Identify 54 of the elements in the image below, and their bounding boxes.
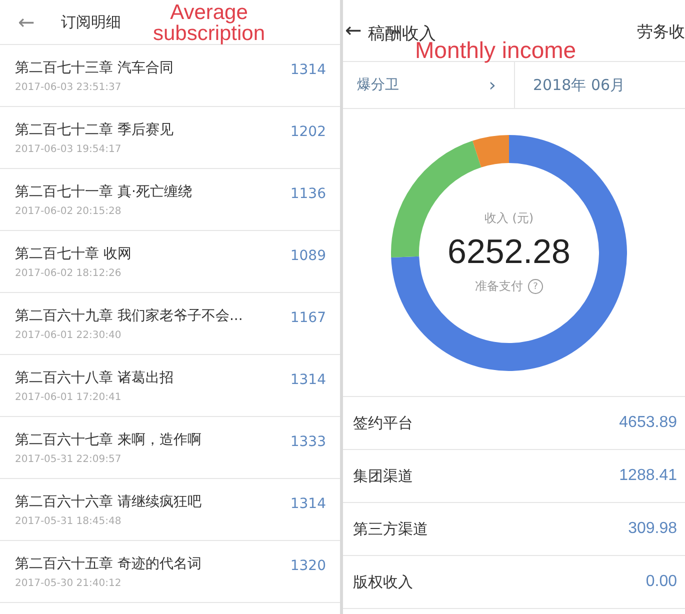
subscription-count: 1320 <box>290 558 326 574</box>
chapter-title: 第二百七十一章 真·死亡缠绕 <box>15 182 192 200</box>
timestamp: 2017-05-31 22:09:57 <box>15 454 122 464</box>
chapter-title: 第二百六十七章 来啊，造作啊 <box>15 430 202 448</box>
chapter-title: 第二百六十五章 奇迹的代名词 <box>15 554 202 572</box>
chapter-row[interactable]: 第二百六十七章 来啊，造作啊 2017-05-31 22:09:57 1333 <box>0 417 340 479</box>
chapter-row[interactable]: 第二百七十二章 季后赛见 2017-06-03 19:54:17 1202 <box>0 107 340 169</box>
chapter-row[interactable]: 第二百六十八章 诸葛出招 2017-06-01 17:20:41 1314 <box>0 355 340 417</box>
chapter-row[interactable]: 第二百七十章 收网 2017-06-02 18:12:26 1089 <box>0 231 340 293</box>
subscription-count: 1136 <box>290 186 326 202</box>
timestamp: 2017-06-03 23:51:37 <box>15 82 122 92</box>
chapter-title: 第二百六十八章 诸葛出招 <box>15 368 174 386</box>
income-source: 版权收入 <box>353 572 413 592</box>
income-total: 6252.28 <box>448 233 570 272</box>
subscription-count: 1167 <box>290 310 326 326</box>
chapter-row[interactable]: 第二百六十六章 请继续疯狂吧 2017-05-31 18:45:48 1314 <box>0 479 340 541</box>
subscription-count: 1314 <box>290 496 326 512</box>
income-amount: 4653.89 <box>619 414 677 432</box>
chapter-row[interactable]: 第二百六十九章 我们家老爷子不会... 2017-06-01 22:30:40 1167 <box>0 293 340 355</box>
annotation-text: Average subscription <box>152 2 266 44</box>
chapter-title: 第二百六十九章 我们家老爷子不会... <box>15 306 243 324</box>
subscription-count: 1314 <box>290 62 326 78</box>
page-title: 订阅明细 <box>60 12 121 32</box>
chapter-row[interactable]: 第二百七十三章 汽车合同 2017-06-03 23:51:37 1314 <box>0 45 340 107</box>
subscription-count: 1333 <box>290 434 326 450</box>
chapter-title: 第二百七十章 收网 <box>15 244 132 262</box>
subscription-count: 1089 <box>290 248 326 264</box>
payment-status: 准备支付 <box>475 278 523 295</box>
income-amount: 0.00 <box>646 573 677 591</box>
income-source: 第三方渠道 <box>353 520 428 538</box>
timestamp: 2017-06-02 18:12:26 <box>15 268 122 278</box>
timestamp: 2017-06-01 17:20:41 <box>15 392 122 402</box>
chapter-title: 第二百七十二章 季后赛见 <box>15 120 174 138</box>
income-amount: 1288.41 <box>619 467 677 485</box>
subscription-count: 1314 <box>290 372 326 388</box>
chapter-title: 第二百七十三章 汽车合同 <box>15 58 174 76</box>
timestamp: 2017-05-30 21:40:12 <box>15 578 122 588</box>
timestamp: 2017-06-03 19:54:17 <box>15 144 122 154</box>
timestamp: 2017-05-31 18:45:48 <box>15 516 122 526</box>
chapter-row[interactable]: 第二百七十一章 真·死亡缠绕 2017-06-02 20:15:28 1136 <box>0 169 340 231</box>
month-selector[interactable]: 2018年 06月 <box>515 62 626 108</box>
income-source: 集团渠道 <box>353 466 413 486</box>
subscription-count: 1202 <box>290 124 326 140</box>
back-button[interactable]: ← <box>343 18 364 42</box>
timestamp: 2017-06-01 22:30:40 <box>15 330 122 340</box>
chapter-row[interactable]: 第二百六十五章 奇迹的代名词 2017-05-30 21:40:12 1320 <box>0 541 340 603</box>
book-selector[interactable]: 爆分卫 › <box>343 62 515 108</box>
timestamp: 2017-06-02 20:15:28 <box>15 206 122 216</box>
chapter-title: 第二百六十六章 请继续疯狂吧 <box>15 492 202 510</box>
income-source: 签约平台 <box>353 414 413 432</box>
income-label: 收入 (元) <box>484 210 534 227</box>
tab[interactable]: 劳务收 <box>637 22 685 43</box>
income-amount: 309.98 <box>628 520 677 538</box>
back-button[interactable]: ← <box>12 10 41 34</box>
